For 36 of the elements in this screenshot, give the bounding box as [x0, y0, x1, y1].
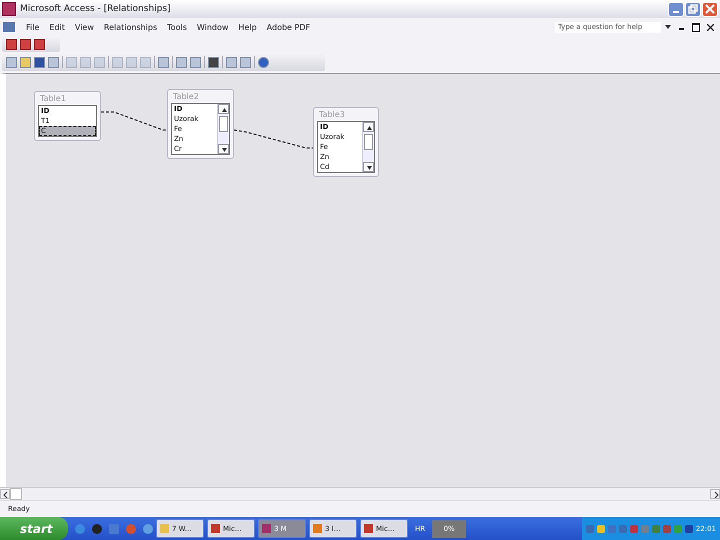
app-icon[interactable]: [92, 524, 102, 534]
relationship-line: [100, 112, 168, 130]
scroll-up-icon[interactable]: [363, 122, 374, 132]
menu-item[interactable]: Help: [233, 22, 262, 32]
close-icon: [705, 4, 715, 14]
menu-item[interactable]: Edit: [44, 22, 70, 32]
scroll-thumb[interactable]: [10, 488, 22, 500]
minimize-button[interactable]: [668, 2, 684, 16]
menu-item[interactable]: File: [21, 22, 44, 32]
window-title: Microsoft Access - [Relationships]: [20, 4, 172, 14]
scroll-thumb[interactable]: [364, 134, 373, 150]
caret-icon[interactable]: [665, 25, 671, 29]
restore-button[interactable]: [685, 2, 701, 16]
menu-item[interactable]: Tools: [162, 22, 192, 32]
menu-item[interactable]: Relationships: [98, 22, 162, 32]
menu-item[interactable]: Adobe PDF: [262, 22, 316, 32]
scroll-down-icon[interactable]: [363, 162, 374, 172]
table-title: Table2: [172, 91, 200, 103]
table-title: Table3: [318, 109, 346, 121]
scroll-left-icon[interactable]: [0, 489, 10, 499]
scrollbar[interactable]: [362, 122, 374, 172]
app-icon: [364, 524, 373, 533]
menu-item[interactable]: View: [70, 22, 99, 32]
scrollbar[interactable]: [217, 104, 229, 154]
close-button[interactable]: [702, 2, 718, 16]
app-icon: [211, 524, 220, 533]
horizontal-scrollbar[interactable]: [0, 487, 720, 500]
menu-item[interactable]: Window: [192, 22, 234, 32]
close-icon[interactable]: [707, 24, 714, 30]
table-title: Table1: [39, 93, 67, 105]
app-icon: [262, 524, 271, 533]
app-icon: [313, 524, 322, 533]
scroll-thumb[interactable]: [219, 116, 228, 132]
scroll-down-icon[interactable]: [218, 144, 229, 154]
scroll-up-icon[interactable]: [218, 104, 229, 114]
scroll-right-icon[interactable]: [710, 489, 720, 499]
